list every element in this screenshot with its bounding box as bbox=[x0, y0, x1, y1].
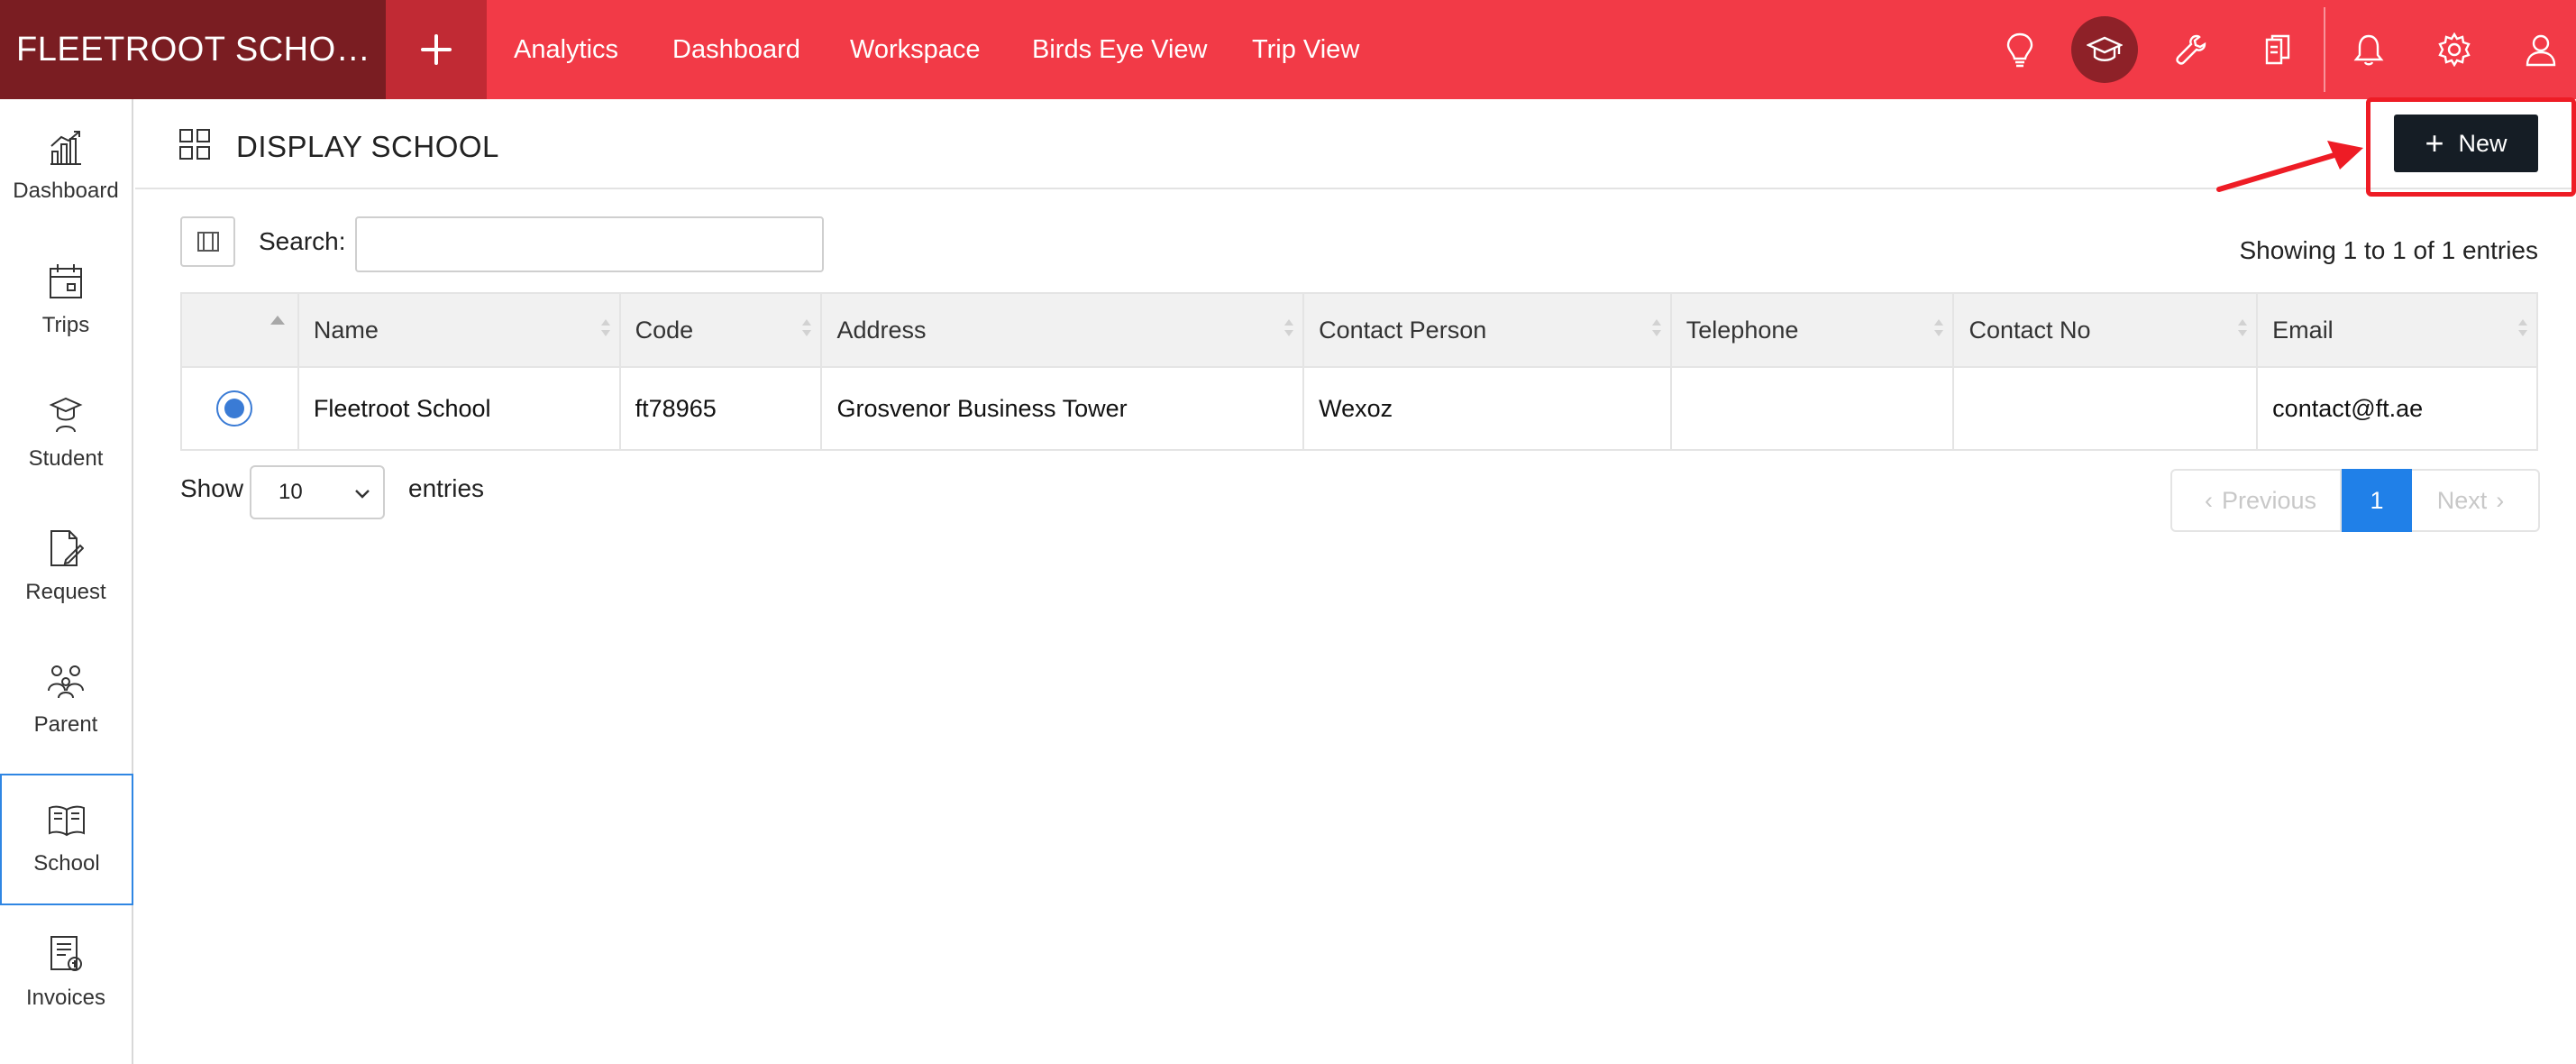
open-book-icon bbox=[49, 805, 85, 837]
sidebar-item-label: Student bbox=[28, 446, 104, 471]
entries-label: entries bbox=[408, 474, 485, 502]
column-header-email[interactable]: Email bbox=[2256, 292, 2538, 368]
table-row[interactable]: Fleetroot School ft78965 Grosvenor Busin… bbox=[180, 366, 2538, 451]
page-size-select[interactable]: 10 bbox=[250, 465, 385, 519]
lightbulb-icon[interactable] bbox=[1987, 16, 2053, 83]
row-radio-button[interactable] bbox=[216, 390, 252, 427]
cell-telephone bbox=[1669, 366, 1955, 451]
row-select-cell[interactable] bbox=[180, 366, 299, 451]
column-header-contact-person[interactable]: Contact Person bbox=[1302, 292, 1672, 368]
sidebar-item-parent[interactable]: Parent bbox=[0, 635, 132, 766]
pagination: ‹ Previous 1 Next › bbox=[2170, 469, 2540, 532]
page-number-button[interactable]: 1 bbox=[2342, 469, 2412, 532]
search-label: Search: bbox=[259, 227, 346, 255]
new-button[interactable]: + New bbox=[2394, 115, 2538, 172]
sidebar-item-label: Dashboard bbox=[13, 179, 119, 203]
nav-workspace[interactable]: Workspace bbox=[850, 0, 981, 99]
cell-email: contact@ft.ae bbox=[2256, 366, 2538, 451]
sort-icon bbox=[1651, 319, 1661, 341]
brand-title[interactable]: FLEETROOT SCHOO... bbox=[0, 0, 386, 99]
nav-analytics[interactable]: Analytics bbox=[514, 0, 618, 99]
quick-add-button[interactable] bbox=[386, 0, 487, 99]
sort-icon bbox=[802, 319, 812, 341]
sidebar-item-label: Parent bbox=[33, 712, 98, 737]
wrench-icon[interactable] bbox=[2158, 16, 2224, 83]
sidebar-item-label: School bbox=[33, 851, 100, 876]
next-page-button[interactable]: Next › bbox=[2412, 469, 2540, 532]
column-header-name[interactable]: Name bbox=[297, 292, 621, 368]
sidebar-item-label: Invoices bbox=[25, 986, 106, 1010]
bar-chart-icon bbox=[50, 131, 81, 165]
cell-code: ft78965 bbox=[618, 366, 823, 451]
document-edit-icon bbox=[50, 530, 84, 566]
invoice-icon bbox=[50, 936, 82, 971]
schools-table: Name Code Address Contact Person Telepho… bbox=[180, 292, 2538, 451]
sidebar-item-trips[interactable]: Trips bbox=[0, 234, 132, 366]
sidebar-item-school[interactable]: School bbox=[0, 774, 133, 905]
sidebar-item-dashboard[interactable]: Dashboard bbox=[0, 101, 132, 233]
plus-icon: + bbox=[2425, 124, 2444, 161]
annotation-arrow bbox=[2216, 141, 2363, 192]
bell-icon[interactable] bbox=[2335, 16, 2402, 83]
radio-dot bbox=[224, 399, 244, 418]
new-button-label: New bbox=[2458, 129, 2507, 157]
top-navigation-bar: FLEETROOT SCHOO... Analytics Dashboard W… bbox=[0, 0, 2576, 99]
sort-icon bbox=[2238, 319, 2248, 341]
sort-icon bbox=[600, 319, 610, 341]
sidebar-item-request[interactable]: Request bbox=[0, 501, 132, 633]
family-icon bbox=[48, 665, 84, 699]
topbar-divider bbox=[2324, 7, 2325, 92]
sort-ascending-icon bbox=[270, 316, 285, 325]
sidebar-item-label: Request bbox=[25, 580, 106, 604]
sort-icon bbox=[1934, 319, 1944, 341]
documents-icon[interactable] bbox=[2244, 16, 2311, 83]
sidebar-item-student[interactable]: Student bbox=[0, 368, 132, 500]
nav-trip-view[interactable]: Trip View bbox=[1252, 0, 1359, 99]
graduation-cap-icon[interactable] bbox=[2071, 16, 2138, 83]
sort-icon bbox=[2518, 319, 2527, 341]
cell-contact-person: Wexoz bbox=[1302, 366, 1672, 451]
sidebar: Dashboard Trips Student Request Parent S… bbox=[0, 99, 133, 1064]
table-header-row: Name Code Address Contact Person Telepho… bbox=[180, 292, 2538, 368]
column-header-contact-no[interactable]: Contact No bbox=[1952, 292, 2259, 368]
grid-icon bbox=[179, 129, 210, 160]
gear-icon[interactable] bbox=[2421, 16, 2488, 83]
chevron-right-icon: › bbox=[2496, 486, 2505, 514]
show-label: Show bbox=[180, 474, 244, 502]
cell-name: Fleetroot School bbox=[297, 366, 621, 451]
previous-page-button[interactable]: ‹ Previous bbox=[2170, 469, 2342, 532]
plus-icon bbox=[421, 34, 452, 65]
nav-dashboard[interactable]: Dashboard bbox=[672, 0, 800, 99]
column-header-code[interactable]: Code bbox=[618, 292, 823, 368]
chevron-left-icon: ‹ bbox=[2204, 486, 2213, 514]
page-size-value: 10 bbox=[279, 480, 303, 504]
column-header-address[interactable]: Address bbox=[820, 292, 1305, 368]
student-icon bbox=[49, 397, 83, 433]
columns-icon bbox=[196, 232, 219, 252]
column-visibility-button[interactable] bbox=[180, 216, 235, 267]
user-icon[interactable] bbox=[2507, 16, 2574, 83]
column-header-telephone[interactable]: Telephone bbox=[1669, 292, 1955, 368]
search-input[interactable] bbox=[355, 216, 824, 272]
chevron-down-icon bbox=[355, 490, 370, 499]
sort-icon bbox=[1284, 319, 1294, 341]
column-header-select[interactable] bbox=[180, 292, 299, 368]
nav-birds-eye-view[interactable]: Birds Eye View bbox=[1032, 0, 1208, 99]
sidebar-item-label: Trips bbox=[41, 313, 90, 337]
cell-address: Grosvenor Business Tower bbox=[820, 366, 1305, 451]
sidebar-item-invoices[interactable]: Invoices bbox=[0, 907, 132, 1039]
table-info: Showing 1 to 1 of 1 entries bbox=[2239, 236, 2538, 264]
calendar-icon bbox=[50, 264, 82, 298]
page-title: DISPLAY SCHOOL bbox=[236, 130, 499, 163]
cell-contact-no bbox=[1952, 366, 2259, 451]
